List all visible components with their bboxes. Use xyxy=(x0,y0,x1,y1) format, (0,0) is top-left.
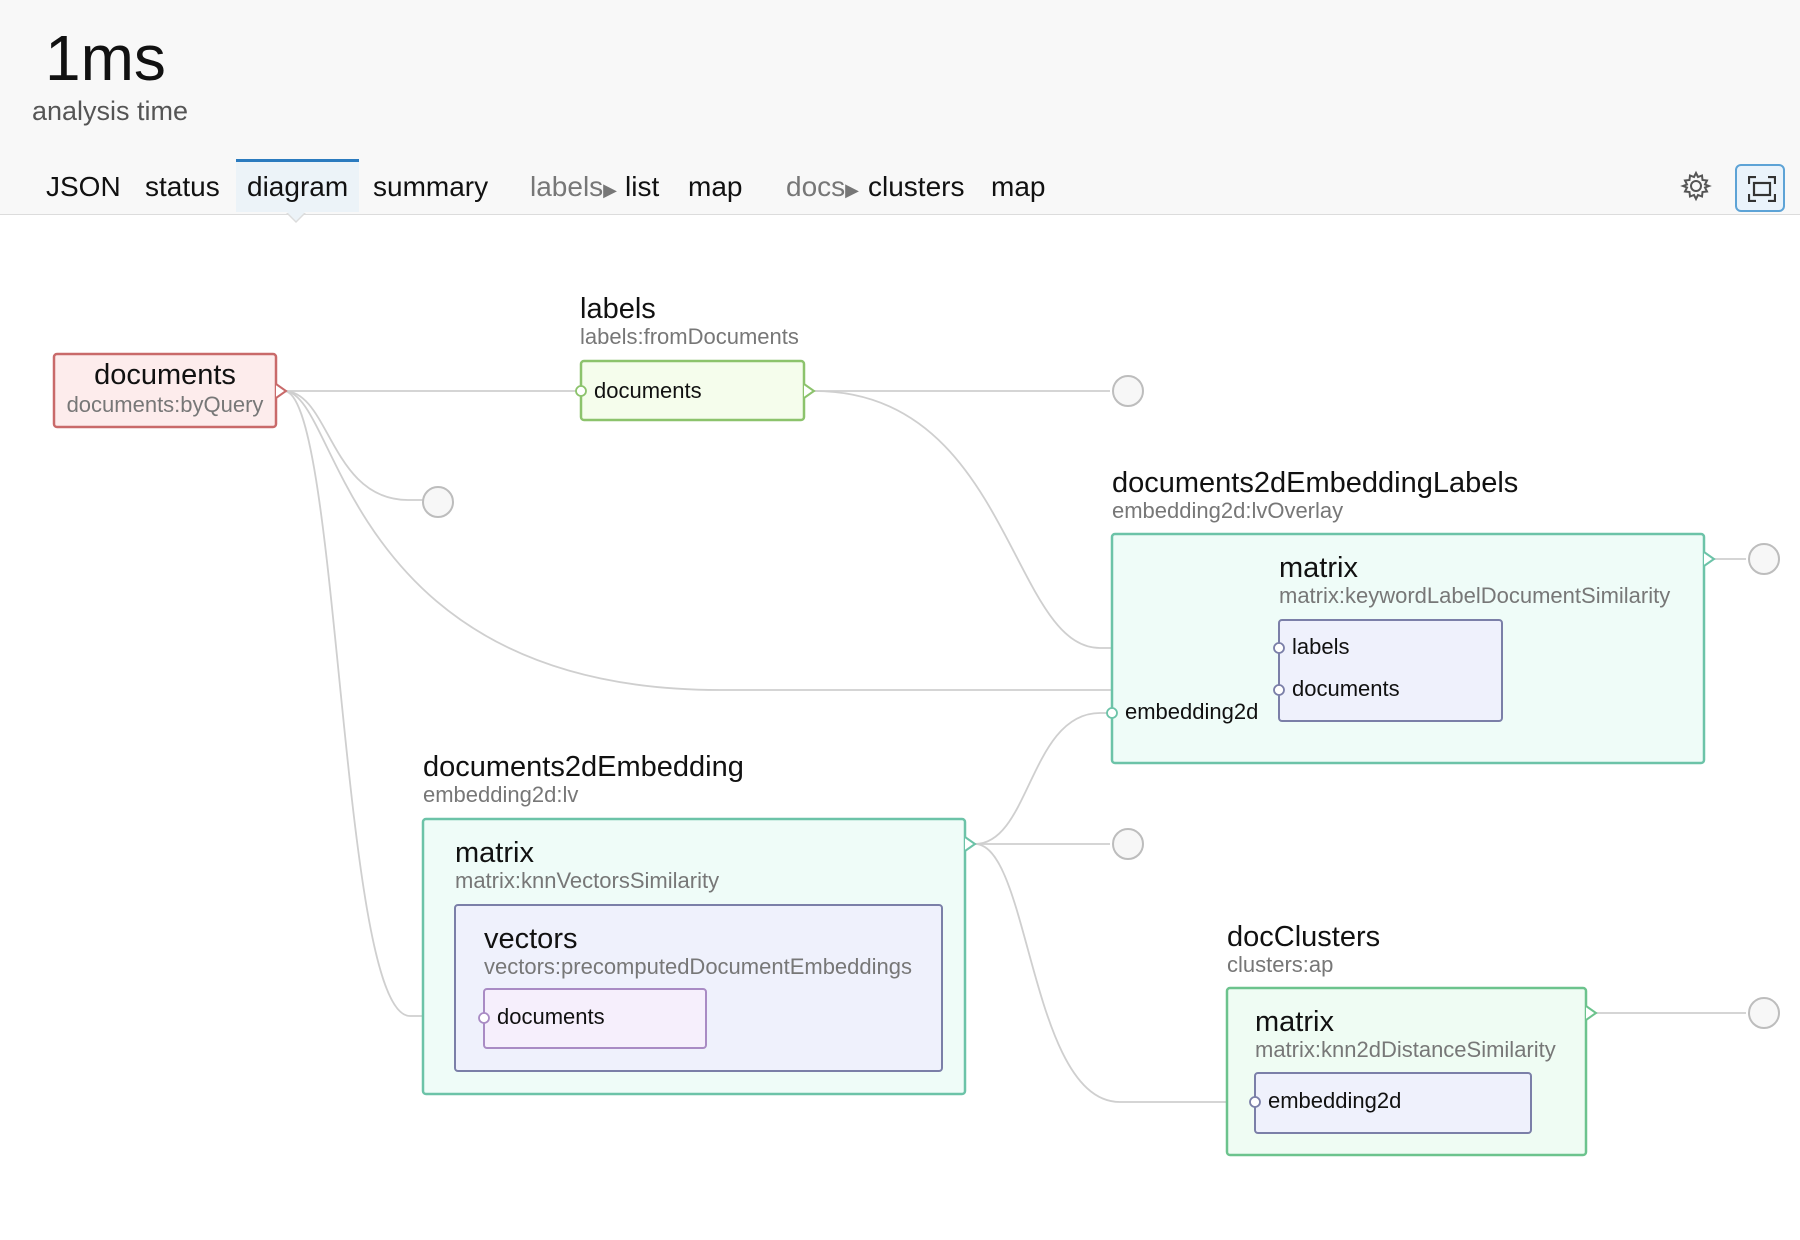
output-arrow-icon xyxy=(1585,1005,1598,1021)
input-port[interactable] xyxy=(478,1012,490,1024)
output-port[interactable] xyxy=(1112,828,1144,860)
overlay-matrix-subtitle: matrix:keywordLabelDocumentSimilarity xyxy=(1279,583,1670,608)
pipeline-diagram: documents documents:byQuery labels label… xyxy=(52,293,1780,1157)
vectors-input: documents xyxy=(497,1004,605,1029)
output-arrow-icon xyxy=(275,383,288,399)
node-documents-subtitle: documents:byQuery xyxy=(67,392,264,417)
embedding-matrix-title: matrix xyxy=(455,837,534,869)
output-arrow-icon xyxy=(1703,551,1716,567)
node-overlay-subtitle: embedding2d:lvOverlay xyxy=(1112,498,1343,523)
vectors-title: vectors xyxy=(484,923,577,955)
vectors-subtitle: vectors:precomputedDocumentEmbeddings xyxy=(484,954,912,979)
node-embedding-title: documents2dEmbedding xyxy=(423,751,744,783)
node-labels-subtitle: labels:fromDocuments xyxy=(580,324,799,349)
node-documents[interactable]: documents documents:byQuery xyxy=(52,352,288,429)
output-port[interactable] xyxy=(422,486,454,518)
edge-embedding-to-overlay xyxy=(974,712,1112,845)
node-overlay-title: documents2dEmbeddingLabels xyxy=(1112,467,1518,499)
input-port[interactable] xyxy=(1273,684,1285,696)
clusters-matrix-title: matrix xyxy=(1255,1006,1334,1038)
node-embedding-subtitle: embedding2d:lv xyxy=(423,782,578,807)
node-docClusters[interactable]: docClusters clusters:ap matrix matrix:kn… xyxy=(1225,921,1598,1157)
input-port[interactable] xyxy=(1249,1096,1261,1108)
output-arrow-icon xyxy=(803,383,816,399)
embedding-matrix-subtitle: matrix:knnVectorsSimilarity xyxy=(455,868,719,893)
overlay-matrix-input-labels: labels xyxy=(1292,634,1349,659)
node-overlay-input: embedding2d xyxy=(1125,699,1258,724)
output-port[interactable] xyxy=(1748,997,1780,1029)
node-labels-input: documents xyxy=(594,378,702,403)
overlay-matrix-input-documents: documents xyxy=(1292,676,1400,701)
node-clusters-title: docClusters xyxy=(1227,921,1380,953)
node-documents-title: documents xyxy=(94,359,236,391)
edge-embedding-to-clusters xyxy=(974,843,1255,1103)
node-documents2dEmbeddingLabels[interactable]: documents2dEmbeddingLabels embedding2d:l… xyxy=(1106,467,1716,765)
node-labels[interactable]: labels labels:fromDocuments documents xyxy=(575,293,816,422)
output-arrow-icon xyxy=(964,836,977,852)
output-port[interactable] xyxy=(1748,543,1780,575)
node-clusters-subtitle: clusters:ap xyxy=(1227,952,1333,977)
input-port[interactable] xyxy=(1106,707,1118,719)
clusters-matrix-subtitle: matrix:knn2dDistanceSimilarity xyxy=(1255,1037,1556,1062)
node-documents2dEmbedding[interactable]: documents2dEmbedding embedding2d:lv matr… xyxy=(421,751,977,1096)
clusters-matrix-input: embedding2d xyxy=(1268,1088,1401,1113)
node-labels-title: labels xyxy=(580,293,656,325)
input-port[interactable] xyxy=(575,385,587,397)
input-port[interactable] xyxy=(1273,642,1285,654)
output-port[interactable] xyxy=(1112,375,1144,407)
overlay-matrix-title: matrix xyxy=(1279,552,1358,584)
